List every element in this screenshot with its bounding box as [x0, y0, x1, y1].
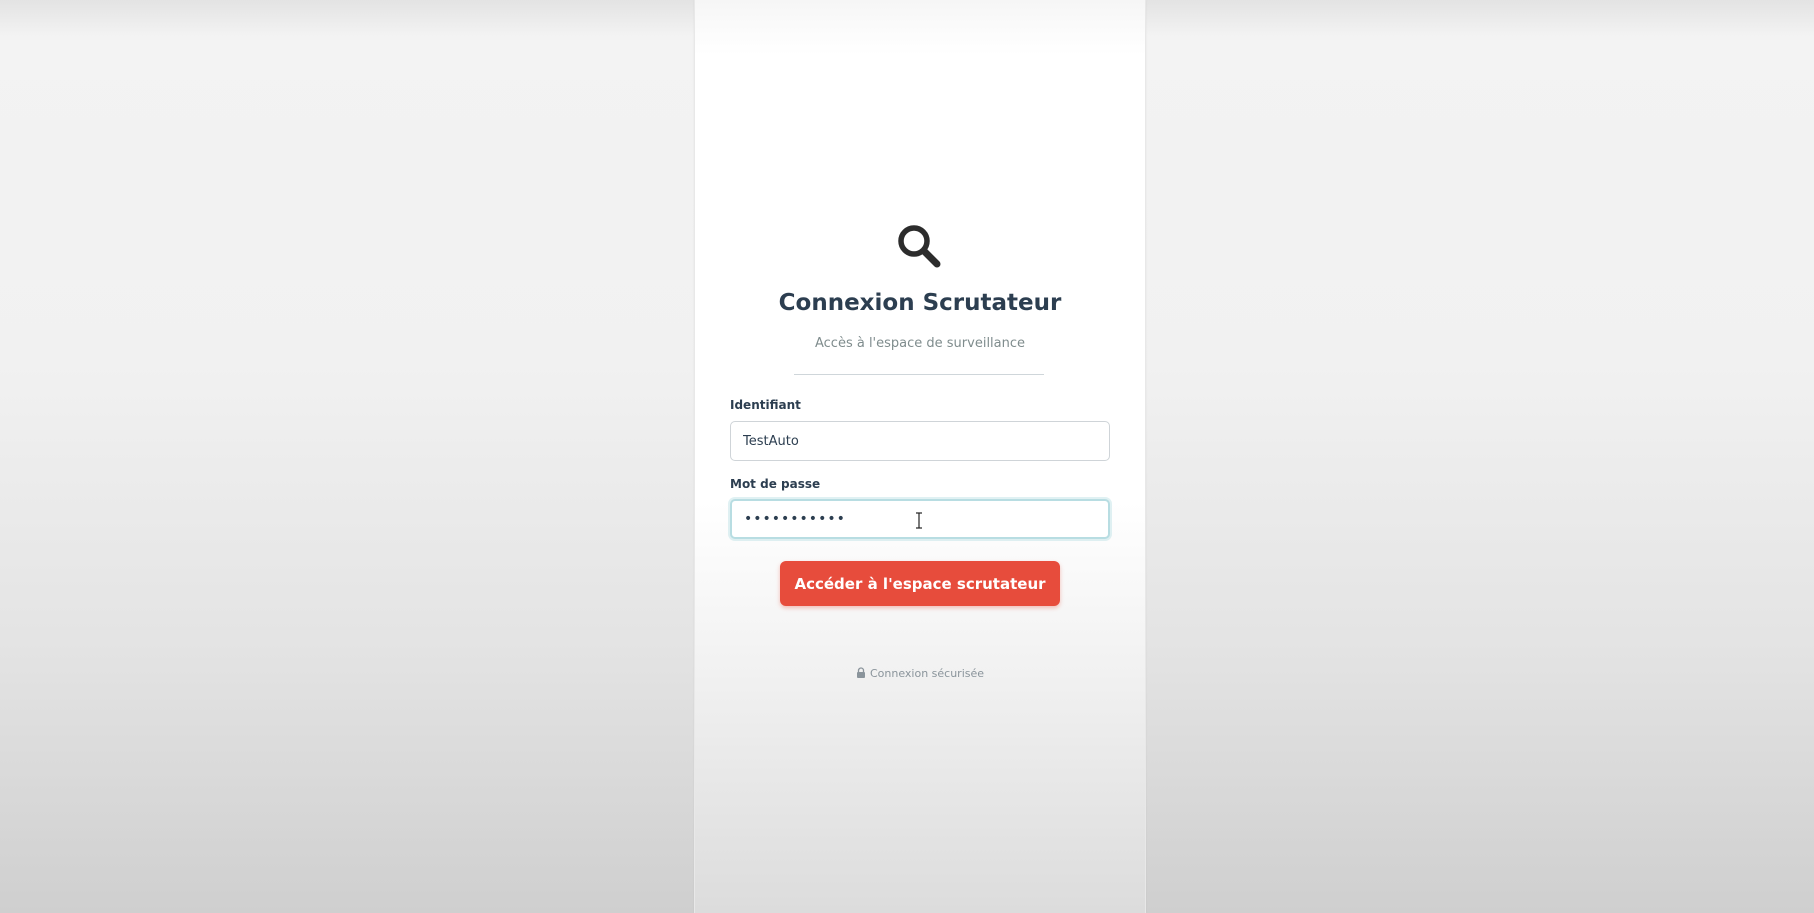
- login-panel: Connexion Scrutateur Accès à l'espace de…: [694, 0, 1146, 913]
- secure-connection-text: Connexion sécurisée: [869, 667, 985, 680]
- submit-button[interactable]: Accéder à l'espace scrutateur: [780, 561, 1060, 606]
- username-input[interactable]: [730, 421, 1110, 461]
- lock-icon: [856, 667, 865, 678]
- page-title: Connexion Scrutateur: [778, 290, 1062, 316]
- username-label: Identifiant: [730, 398, 801, 412]
- magnifier-icon: [898, 225, 941, 268]
- divider: [794, 374, 1044, 375]
- page-subtitle: Accès à l'espace de surveillance: [814, 336, 1026, 351]
- secure-connection-note: Connexion sécurisée: [695, 667, 1145, 680]
- password-label: Mot de passe: [730, 477, 821, 491]
- text-cursor-icon: [916, 512, 922, 529]
